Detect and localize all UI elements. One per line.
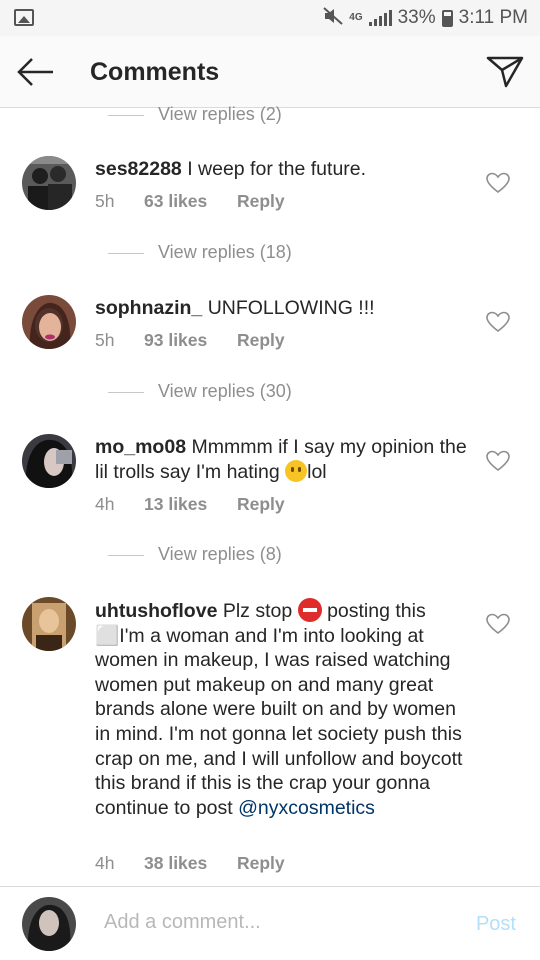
heart-icon[interactable]	[486, 613, 510, 635]
page-title: Comments	[90, 58, 220, 86]
comment-message: Plz stop	[222, 600, 293, 622]
comment-text: uhtushoflove Plz stop posting this ⬜I'm …	[95, 598, 475, 820]
battery-percent: 33%	[397, 7, 436, 28]
heart-icon[interactable]	[486, 172, 510, 194]
view-replies-divider	[108, 115, 144, 116]
comment-likes[interactable]: 63 likes	[144, 191, 237, 212]
avatar[interactable]	[22, 597, 76, 651]
comment-time: 4h	[95, 494, 115, 514]
signal-icon	[368, 10, 392, 26]
comment-message: I weep for the future.	[187, 158, 367, 180]
comment-text: ses82288 I weep for the future.	[95, 157, 475, 182]
view-replies-divider	[108, 555, 144, 556]
avatar[interactable]	[22, 434, 76, 488]
comment-time: 4h	[95, 853, 115, 873]
comment-message: UNFOLLOWING !!!	[207, 297, 375, 319]
status-bar-right: 4G 33% 3:11 PM	[323, 6, 528, 30]
clock-time: 3:11 PM	[458, 7, 528, 28]
comment-likes[interactable]: 93 likes	[144, 330, 237, 351]
add-comment-bar: Post	[0, 886, 540, 960]
comment-message-end: posting this ⬜I'm a woman and I'm into l…	[95, 600, 463, 819]
comment-time: 5h	[95, 191, 115, 211]
paper-plane-icon[interactable]	[486, 55, 524, 89]
mention-link[interactable]: @nyxcosmetics	[238, 797, 375, 819]
reply-button[interactable]: Reply	[237, 853, 285, 874]
post-button[interactable]: Post	[476, 913, 516, 936]
battery-icon	[441, 9, 453, 27]
network-4g-icon: 4G	[349, 12, 363, 23]
view-replies-divider	[108, 253, 144, 254]
view-replies-link[interactable]: View replies (18)	[0, 241, 540, 265]
comment-meta: 4h 38 likes Reply	[95, 853, 285, 874]
view-replies-divider	[108, 392, 144, 393]
comment-username[interactable]: uhtushoflove	[95, 600, 217, 622]
no-entry-emoji-icon	[297, 598, 322, 622]
avatar[interactable]	[22, 295, 76, 349]
mute-icon	[323, 7, 343, 29]
comment-likes[interactable]: 38 likes	[144, 853, 237, 874]
comment-text: mo_mo08 Mmmmm if I say my opinion the li…	[95, 435, 475, 484]
view-replies-link[interactable]: View replies (2)	[0, 103, 540, 127]
comment-meta: 5h 63 likes Reply	[95, 191, 285, 212]
smirk-face-emoji-icon	[285, 459, 308, 482]
reply-button[interactable]: Reply	[237, 330, 285, 351]
image-notification-icon	[14, 9, 34, 26]
comment-meta: 5h 93 likes Reply	[95, 330, 285, 351]
comment-message-end: lol	[307, 460, 327, 483]
heart-icon[interactable]	[486, 450, 510, 472]
avatar	[22, 897, 76, 951]
comments-header: Comments	[0, 36, 540, 108]
comment-input[interactable]	[104, 911, 444, 934]
avatar[interactable]	[22, 156, 76, 210]
reply-button[interactable]: Reply	[237, 191, 285, 212]
heart-icon[interactable]	[486, 311, 510, 333]
comment-username[interactable]: sophnazin_	[95, 297, 202, 319]
comment-meta: 4h 13 likes Reply	[95, 494, 285, 515]
comment-username[interactable]: ses82288	[95, 158, 182, 180]
arrow-left-icon[interactable]	[16, 56, 56, 88]
comment-username[interactable]: mo_mo08	[95, 436, 186, 458]
view-replies-link[interactable]: View replies (8)	[0, 543, 540, 567]
status-bar: 4G 33% 3:11 PM	[0, 0, 540, 36]
reply-button[interactable]: Reply	[237, 494, 285, 515]
comment-likes[interactable]: 13 likes	[144, 494, 237, 515]
view-replies-link[interactable]: View replies (30)	[0, 380, 540, 404]
comment-text: sophnazin_ UNFOLLOWING !!!	[95, 296, 475, 321]
comment-time: 5h	[95, 330, 115, 350]
